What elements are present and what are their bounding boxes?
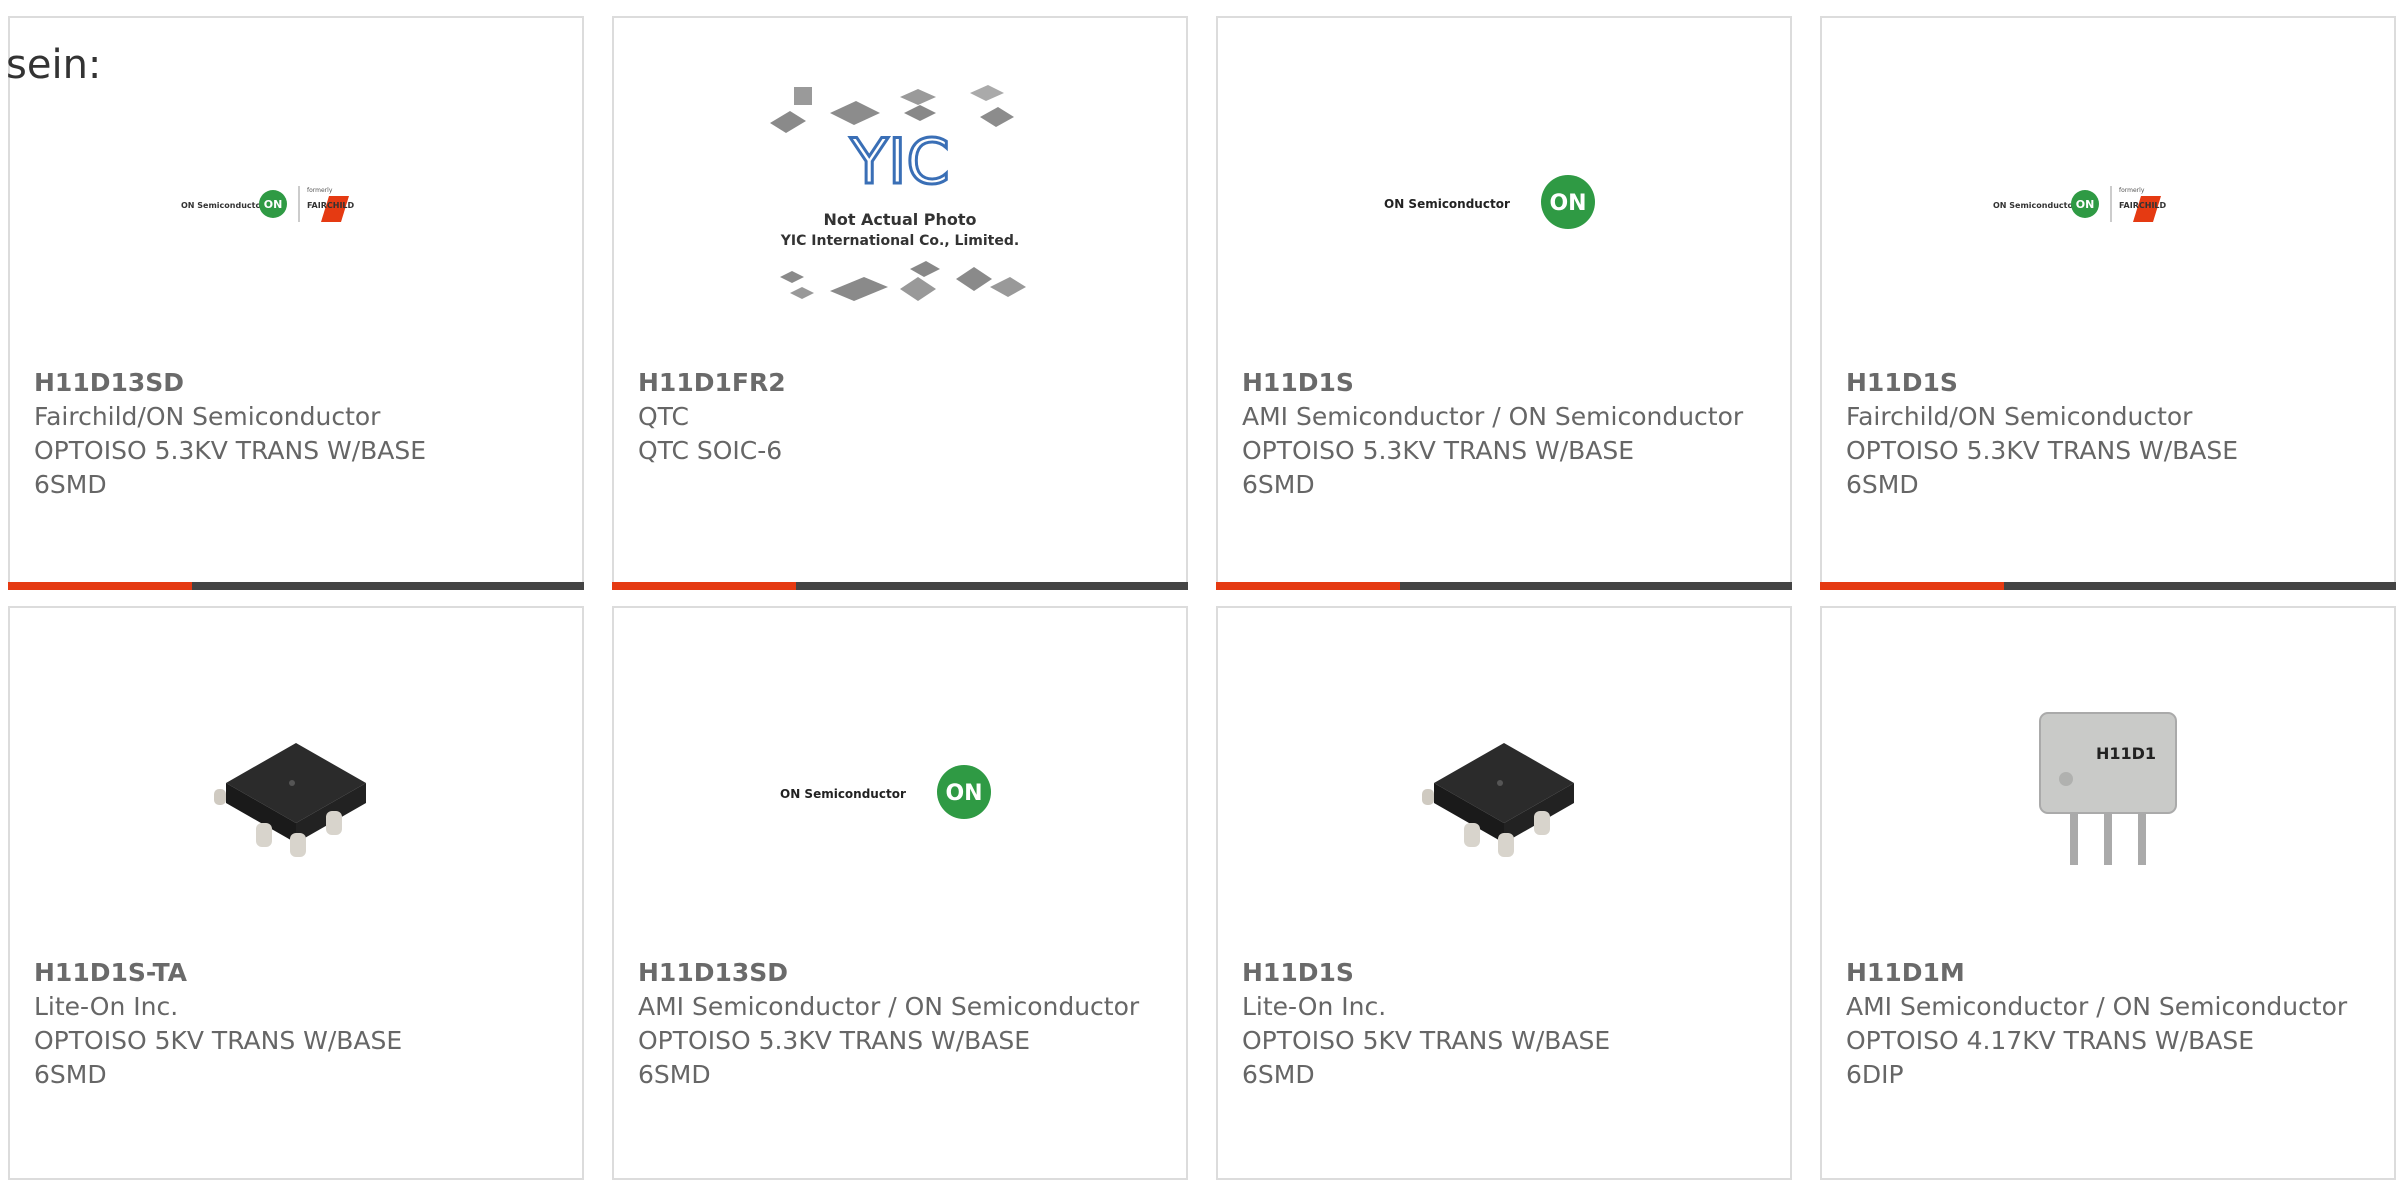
lead-text: sein:: [6, 42, 102, 88]
svg-text:ON: ON: [945, 781, 982, 806]
package: 6DIP: [1846, 1060, 1904, 1089]
manufacturer: QTC: [638, 402, 689, 431]
product-info: H11D1S Lite-On Inc. OPTOISO 5KV TRANS W/…: [1242, 956, 1766, 1092]
package: 6SMD: [34, 1060, 107, 1089]
yic-logo: YIC: [849, 125, 949, 198]
part-number[interactable]: H11D1S: [1846, 366, 2370, 400]
part-number[interactable]: H11D13SD: [34, 366, 558, 400]
product-info: H11D1M AMI Semiconductor / ON Semiconduc…: [1846, 956, 2370, 1092]
card-bar: [8, 582, 584, 590]
description: QTC SOIC-6: [638, 436, 783, 465]
part-number[interactable]: H11D1S: [1242, 366, 1766, 400]
logo-text: ON Semiconductor: [1384, 197, 1510, 211]
product-image: ON Semiconductor ON formerly FAIRCHILD: [1822, 58, 2394, 348]
chip-marking: H11D1: [2096, 744, 2156, 763]
svg-text:formerly: formerly: [2119, 187, 2145, 194]
product-info: H11D1FR2 QTC QTC SOIC-6: [638, 366, 1162, 468]
product-image: ON Semiconductor ON: [1218, 58, 1790, 348]
description: OPTOISO 5KV TRANS W/BASE: [1242, 1026, 1611, 1055]
description: OPTOISO 5.3KV TRANS W/BASE: [1242, 436, 1635, 465]
product-card[interactable]: YIC Not Actual Photo YIC International C…: [612, 16, 1188, 590]
product-image: ON Semiconductor ON: [614, 648, 1186, 938]
product-card[interactable]: ON Semiconductor ON H11D1S AMI Semicondu…: [1216, 16, 1792, 590]
manufacturer: AMI Semiconductor / ON Semiconductor: [1242, 402, 1744, 431]
product-image: H11D1: [1822, 648, 2394, 938]
package: 6SMD: [34, 470, 107, 499]
part-number[interactable]: H11D13SD: [638, 956, 1162, 990]
package: 6SMD: [1242, 470, 1315, 499]
manufacturer: Fairchild/ON Semiconductor: [34, 402, 381, 431]
logo-text: ON Semiconductor: [1993, 201, 2077, 210]
product-card[interactable]: ON Semiconductor ON formerly FAIRCHILD H…: [1820, 16, 2396, 590]
product-image: [10, 648, 582, 938]
product-info: H11D13SD Fairchild/ON Semiconductor OPTO…: [34, 366, 558, 502]
product-card[interactable]: H11D1 H11D1M AMI Semiconductor / ON Semi…: [1820, 606, 2396, 1180]
card-bar: [1216, 582, 1792, 590]
svg-text:formerly: formerly: [307, 187, 333, 194]
manufacturer: Lite-On Inc.: [1242, 992, 1387, 1021]
card-bar: [612, 582, 1188, 590]
product-card[interactable]: ON Semiconductor ON H11D13SD AMI Semicon…: [612, 606, 1188, 1180]
part-number[interactable]: H11D1S-TA: [34, 956, 558, 990]
description: OPTOISO 5.3KV TRANS W/BASE: [34, 436, 427, 465]
svg-text:ON: ON: [1549, 191, 1586, 216]
product-info: H11D1S Fairchild/ON Semiconductor OPTOIS…: [1846, 366, 2370, 502]
description: OPTOISO 5.3KV TRANS W/BASE: [1846, 436, 2239, 465]
product-card[interactable]: ON Semiconductor ON formerly FAIRCHILD H…: [8, 16, 584, 590]
svg-text:FAIRCHILD: FAIRCHILD: [307, 201, 355, 210]
product-image: YIC Not Actual Photo YIC International C…: [614, 58, 1186, 348]
logo-text: ON Semiconductor: [780, 787, 906, 801]
svg-text:ON: ON: [2076, 198, 2095, 211]
description: OPTOISO 4.17KV TRANS W/BASE: [1846, 1026, 2254, 1055]
product-card[interactable]: H11D1S-TA Lite-On Inc. OPTOISO 5KV TRANS…: [8, 606, 584, 1180]
part-number[interactable]: H11D1FR2: [638, 366, 1162, 400]
product-image: [1218, 648, 1790, 938]
package: 6SMD: [1846, 470, 1919, 499]
logo-text: ON Semiconductor: [181, 201, 265, 210]
product-grid: ON Semiconductor ON formerly FAIRCHILD H…: [0, 0, 2400, 1180]
manufacturer: AMI Semiconductor / ON Semiconductor: [638, 992, 1140, 1021]
product-card[interactable]: H11D1S Lite-On Inc. OPTOISO 5KV TRANS W/…: [1216, 606, 1792, 1180]
manufacturer: AMI Semiconductor / ON Semiconductor: [1846, 992, 2348, 1021]
part-number[interactable]: H11D1M: [1846, 956, 2370, 990]
svg-text:FAIRCHILD: FAIRCHILD: [2119, 201, 2167, 210]
description: OPTOISO 5.3KV TRANS W/BASE: [638, 1026, 1031, 1055]
description: OPTOISO 5KV TRANS W/BASE: [34, 1026, 403, 1055]
product-info: H11D1S AMI Semiconductor / ON Semiconduc…: [1242, 366, 1766, 502]
product-info: H11D1S-TA Lite-On Inc. OPTOISO 5KV TRANS…: [34, 956, 558, 1092]
product-info: H11D13SD AMI Semiconductor / ON Semicond…: [638, 956, 1162, 1092]
svg-text:ON: ON: [264, 198, 283, 211]
package: 6SMD: [1242, 1060, 1315, 1089]
svg-text:Not Actual Photo: Not Actual Photo: [823, 210, 976, 229]
svg-text:YIC International Co., Limited: YIC International Co., Limited.: [780, 233, 1019, 249]
manufacturer: Fairchild/ON Semiconductor: [1846, 402, 2193, 431]
product-image: ON Semiconductor ON formerly FAIRCHILD: [10, 58, 582, 348]
card-bar: [1820, 582, 2396, 590]
package: 6SMD: [638, 1060, 711, 1089]
manufacturer: Lite-On Inc.: [34, 992, 179, 1021]
part-number[interactable]: H11D1S: [1242, 956, 1766, 990]
